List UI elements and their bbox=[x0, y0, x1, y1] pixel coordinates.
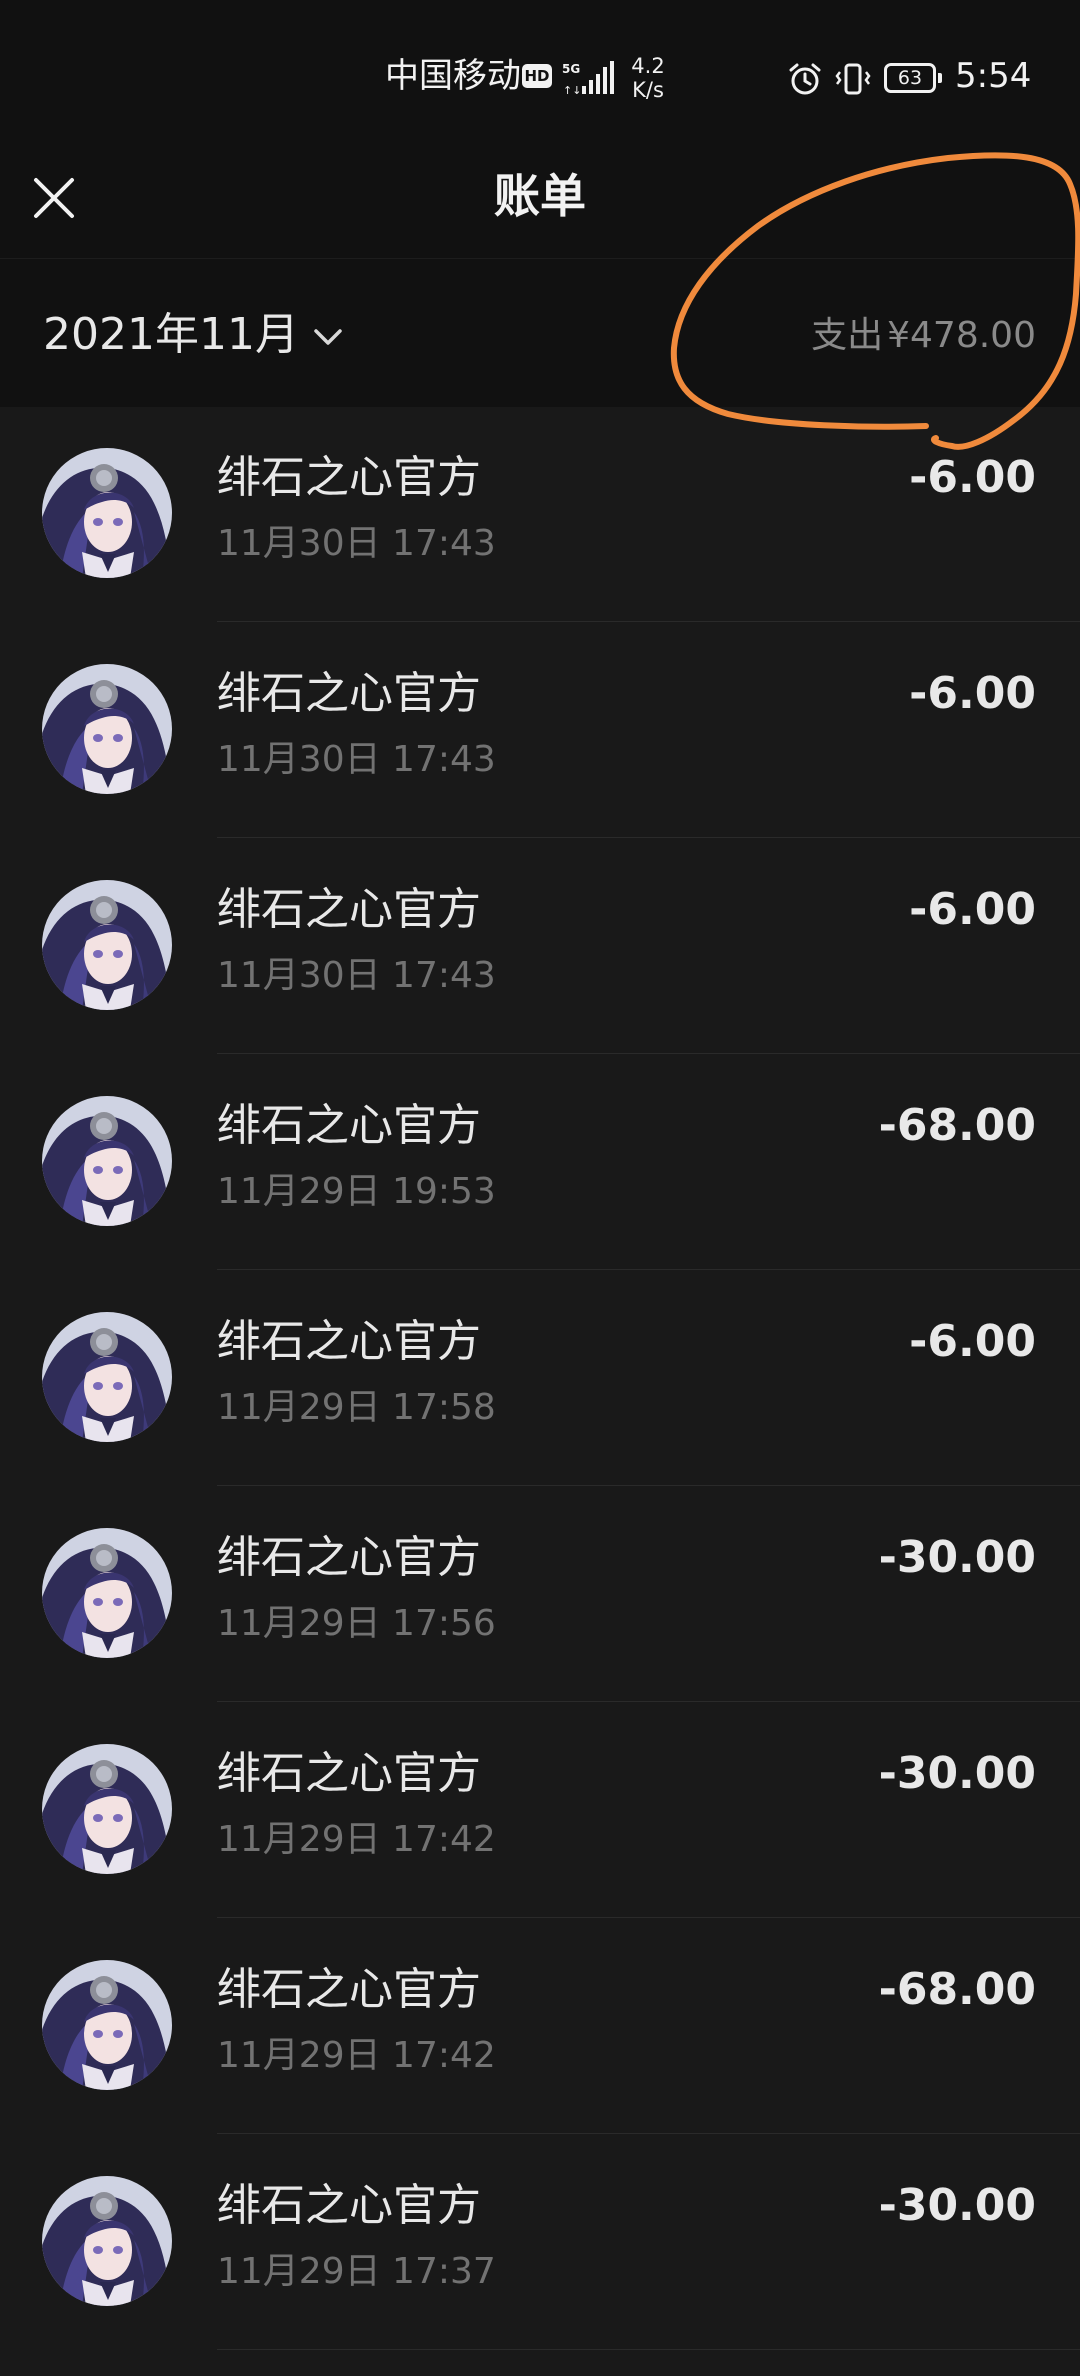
transaction-item[interactable]: 绯石之心官方 11月30日 17:43 -6.00 bbox=[0, 406, 1080, 622]
network-speed-value: 4.2 K/s bbox=[631, 54, 665, 102]
transaction-item[interactable]: 绯石之心官方 11月29日 17:58 -6.00 bbox=[0, 1270, 1080, 1486]
avatar bbox=[42, 448, 172, 578]
transaction-time: 11月29日 19:53 bbox=[217, 1171, 496, 1212]
transaction-time: 11月29日 17:42 bbox=[217, 2035, 496, 2076]
merchant-name: 绯石之心官方 bbox=[217, 2180, 481, 2231]
avatar bbox=[42, 1744, 172, 1874]
transaction-item[interactable]: 绯石之心官方 11月29日 17:37 -30.00 bbox=[0, 2134, 1080, 2350]
transaction-item[interactable]: 绯石之心官方 11月29日 17:42 -68.00 bbox=[0, 1918, 1080, 2134]
divider bbox=[217, 2349, 1080, 2350]
status-bar: 中国移动 HD 5G ↑↓ 4.2 K/s 63 5:54 bbox=[0, 0, 1080, 140]
transaction-amount: -6.00 bbox=[909, 884, 1036, 935]
transaction-amount: -30.00 bbox=[878, 2180, 1036, 2231]
battery-icon: 63 bbox=[884, 63, 942, 93]
transaction-amount: -6.00 bbox=[909, 452, 1036, 503]
hd-icon: HD bbox=[522, 64, 552, 88]
expense-summary: 支出 ¥478.00 bbox=[811, 311, 1036, 361]
avatar bbox=[42, 880, 172, 1010]
transaction-item[interactable]: 绯石之心官方 11月30日 17:43 -6.00 bbox=[0, 622, 1080, 838]
avatar bbox=[42, 664, 172, 794]
carrier-name: 中国移动 bbox=[385, 56, 521, 96]
svg-text:5G: 5G bbox=[562, 62, 580, 76]
transaction-time: 11月29日 17:42 bbox=[217, 1819, 496, 1860]
transaction-time: 11月29日 17:37 bbox=[217, 2251, 496, 2292]
merchant-name: 绯石之心官方 bbox=[217, 884, 481, 935]
transaction-amount: -6.00 bbox=[909, 668, 1036, 719]
month-selector[interactable]: 2021年11月 bbox=[43, 307, 343, 363]
transaction-amount: -30.00 bbox=[878, 1532, 1036, 1583]
avatar bbox=[42, 1312, 172, 1442]
clock-time: 5:54 bbox=[955, 56, 1032, 96]
transaction-time: 11月29日 17:56 bbox=[217, 1603, 496, 1644]
transaction-time: 11月30日 17:43 bbox=[217, 523, 496, 564]
title-bar: 账单 bbox=[0, 140, 1080, 258]
page-title: 账单 bbox=[494, 169, 586, 223]
avatar bbox=[42, 2176, 172, 2306]
expense-label: 支出 bbox=[811, 315, 884, 356]
merchant-name: 绯石之心官方 bbox=[217, 1100, 481, 1151]
avatar bbox=[42, 1528, 172, 1658]
network-speed: 4.2 K/s bbox=[626, 54, 670, 102]
transaction-list: 绯石之心官方 11月30日 17:43 -6.00 绯石之心官方 11月30日 bbox=[0, 406, 1080, 2350]
transaction-item[interactable]: 绯石之心官方 11月29日 17:56 -30.00 bbox=[0, 1486, 1080, 1702]
transaction-amount: -68.00 bbox=[878, 1964, 1036, 2015]
expense-amount: ¥478.00 bbox=[887, 315, 1036, 356]
merchant-name: 绯石之心官方 bbox=[217, 668, 481, 719]
transaction-item[interactable]: 绯石之心官方 11月29日 17:42 -30.00 bbox=[0, 1702, 1080, 1918]
merchant-name: 绯石之心官方 bbox=[217, 452, 481, 503]
month-label: 2021年11月 bbox=[43, 309, 299, 360]
transaction-item[interactable]: 绯石之心官方 11月29日 19:53 -68.00 bbox=[0, 1054, 1080, 1270]
transaction-item[interactable]: 绯石之心官方 11月30日 17:43 -6.00 bbox=[0, 838, 1080, 1054]
vibrate-icon bbox=[835, 63, 871, 95]
merchant-name: 绯石之心官方 bbox=[217, 1316, 481, 1367]
transaction-time: 11月29日 17:58 bbox=[217, 1387, 496, 1428]
signal-5g-icon: 5G ↑↓ bbox=[562, 61, 614, 96]
month-summary-bar: 2021年11月 支出 ¥478.00 bbox=[0, 258, 1080, 407]
transaction-amount: -6.00 bbox=[909, 1316, 1036, 1367]
alarm-icon bbox=[789, 63, 821, 95]
transaction-amount: -68.00 bbox=[878, 1100, 1036, 1151]
merchant-name: 绯石之心官方 bbox=[217, 1964, 481, 2015]
merchant-name: 绯石之心官方 bbox=[217, 1532, 481, 1583]
avatar bbox=[42, 1096, 172, 1226]
chevron-down-icon bbox=[314, 329, 342, 345]
transaction-time: 11月30日 17:43 bbox=[217, 955, 496, 996]
transaction-amount: -30.00 bbox=[878, 1748, 1036, 1799]
svg-text:↑↓: ↑↓ bbox=[563, 84, 581, 96]
avatar bbox=[42, 1960, 172, 2090]
transaction-time: 11月30日 17:43 bbox=[217, 739, 496, 780]
merchant-name: 绯石之心官方 bbox=[217, 1748, 481, 1799]
